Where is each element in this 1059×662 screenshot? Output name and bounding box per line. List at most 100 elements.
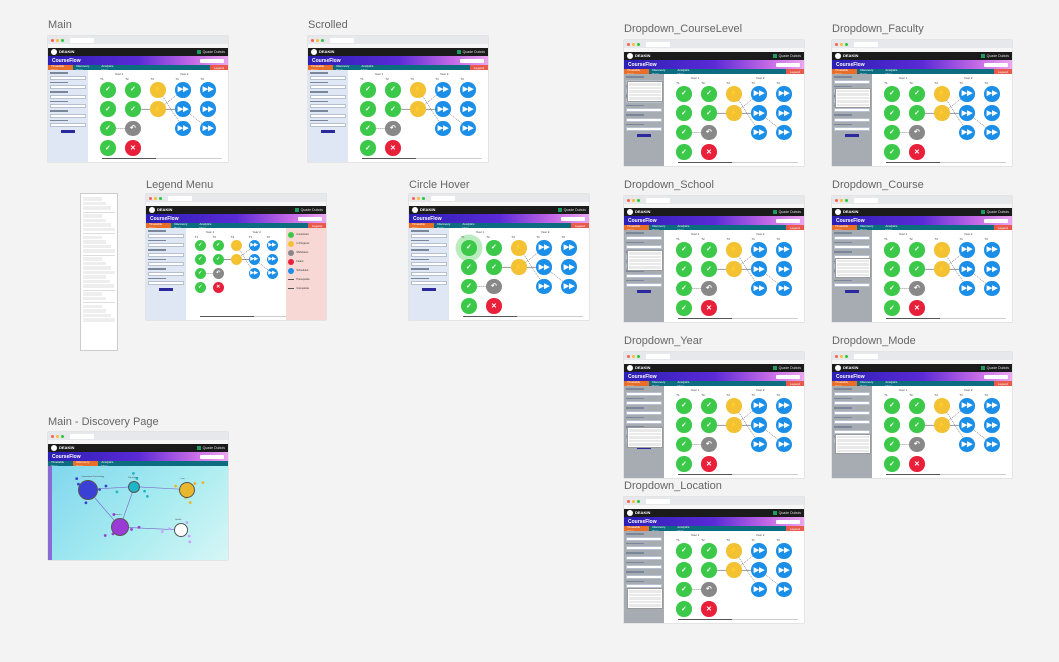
dropdown-option[interactable]: [837, 263, 869, 266]
unit-node-check-icon[interactable]: ✓: [884, 86, 900, 102]
filter-select[interactable]: [50, 104, 86, 108]
dropdown-option[interactable]: [837, 266, 869, 270]
unit-node-fast-forward-icon[interactable]: ▶▶: [751, 562, 767, 578]
unit-node-check-icon[interactable]: ✓: [884, 261, 900, 277]
filter-select[interactable]: [50, 123, 86, 127]
side-menu-item[interactable]: [83, 275, 107, 279]
horizontal-scrollbar[interactable]: [361, 157, 483, 159]
search-input[interactable]: [561, 216, 585, 221]
window-control-0[interactable]: [627, 354, 630, 358]
unit-node-fast-forward-icon[interactable]: ▶▶: [984, 86, 1000, 102]
filter-select[interactable]: [834, 127, 870, 131]
discovery-node-0[interactable]: [77, 479, 98, 500]
unit-node-hovered[interactable]: ✓: [461, 240, 477, 256]
scrollbar-thumb[interactable]: [677, 317, 732, 319]
side-menu-item[interactable]: [83, 284, 115, 288]
scrollbar-thumb[interactable]: [677, 161, 732, 163]
browser-tab[interactable]: [646, 197, 670, 203]
unit-node-fast-forward-icon[interactable]: ▶▶: [751, 242, 767, 258]
unit-node-check-icon[interactable]: ✓: [701, 543, 717, 559]
filter-select[interactable]: [626, 245, 662, 249]
side-menu-item[interactable]: [83, 270, 115, 274]
side-menu-item[interactable]: [83, 223, 111, 227]
unit-node-fast-forward-icon[interactable]: ▶▶: [776, 417, 792, 433]
dropdown-option[interactable]: [837, 449, 869, 453]
unit-node-fast-forward-icon[interactable]: ▶▶: [959, 242, 975, 258]
filter-select[interactable]: [626, 127, 662, 131]
dropdown-option[interactable]: [837, 259, 869, 263]
dropdown-option[interactable]: [837, 435, 869, 439]
unit-node-undo-icon[interactable]: ↶: [486, 278, 502, 295]
unit-node-bolt-icon[interactable]: ⚡: [230, 240, 242, 252]
dropdown-option[interactable]: [629, 443, 661, 446]
window-control-1[interactable]: [840, 354, 843, 358]
unit-node-bolt-icon[interactable]: ⚡: [726, 261, 742, 277]
discovery-map[interactable]: Information Technology Education Law Scienc…: [48, 466, 228, 560]
window-control-0[interactable]: [627, 42, 630, 46]
dropdown-option[interactable]: [837, 100, 869, 103]
unit-node-x-icon[interactable]: ✕: [212, 281, 224, 293]
filter-select[interactable]: [834, 108, 870, 112]
filter-select[interactable]: [834, 391, 870, 396]
discovery-node-2[interactable]: [178, 481, 195, 498]
window-control-0[interactable]: [627, 198, 630, 202]
unit-node-fast-forward-icon[interactable]: ▶▶: [175, 82, 191, 98]
horizontal-scrollbar[interactable]: [885, 317, 1007, 319]
unit-node-x-icon[interactable]: ✕: [125, 140, 141, 156]
unit-node-bolt-icon[interactable]: ⚡: [726, 398, 742, 414]
unit-node-check-icon[interactable]: ✓: [461, 259, 477, 275]
unit-node-check-icon[interactable]: ✓: [884, 417, 900, 433]
unit-node-check-icon[interactable]: ✓: [701, 242, 717, 258]
horizontal-scrollbar[interactable]: [885, 473, 1007, 475]
filter-select[interactable]: [148, 233, 184, 238]
filter-select[interactable]: [310, 113, 346, 118]
scrollbar-thumb[interactable]: [361, 157, 416, 159]
dropdown-option[interactable]: [837, 103, 869, 107]
unit-node-bolt-icon[interactable]: ⚡: [726, 562, 742, 578]
side-menu-item[interactable]: [83, 227, 115, 231]
apply-filters-button[interactable]: [320, 130, 335, 133]
unit-node-fast-forward-icon[interactable]: ▶▶: [200, 82, 216, 98]
apply-filters-button[interactable]: [158, 288, 173, 291]
horizontal-scrollbar[interactable]: [677, 161, 799, 163]
dropdown-option[interactable]: [837, 89, 869, 93]
unit-node-check-icon[interactable]: ✓: [676, 280, 692, 297]
user-menu[interactable]: Quade Dubois: [557, 208, 586, 212]
unit-node-x-icon[interactable]: ✕: [701, 601, 717, 617]
unit-node-fast-forward-icon[interactable]: ▶▶: [248, 267, 260, 280]
apply-filters-button[interactable]: [844, 134, 859, 137]
filter-select[interactable]: [411, 233, 447, 238]
unit-node-check-icon[interactable]: ✓: [194, 267, 206, 280]
user-menu[interactable]: Quade Dubois: [772, 511, 801, 515]
window-control-2[interactable]: [159, 196, 162, 200]
horizontal-scrollbar[interactable]: [677, 473, 799, 475]
unit-node-fast-forward-icon[interactable]: ▶▶: [175, 120, 191, 137]
window-control-2[interactable]: [637, 354, 640, 358]
unit-node-check-icon[interactable]: ✓: [701, 562, 717, 578]
apply-filters-button[interactable]: [636, 290, 651, 293]
filter-select[interactable]: [626, 108, 662, 112]
unit-node-check-icon[interactable]: ✓: [100, 140, 116, 156]
unit-node-undo-icon[interactable]: ↶: [909, 280, 925, 297]
discovery-node-3[interactable]: [111, 518, 129, 537]
unit-node-x-icon[interactable]: ✕: [909, 300, 925, 316]
unit-node-fast-forward-icon[interactable]: ▶▶: [776, 543, 792, 559]
side-menu-item[interactable]: [83, 309, 107, 313]
dropdown-option[interactable]: [629, 597, 661, 600]
unit-node-fast-forward-icon[interactable]: ▶▶: [959, 105, 975, 121]
unit-node-x-icon[interactable]: ✕: [486, 298, 502, 314]
browser-tab[interactable]: [646, 41, 670, 47]
filter-select[interactable]: [626, 283, 662, 287]
unit-node-check-icon[interactable]: ✓: [212, 240, 224, 252]
filter-dropdown-list[interactable]: [835, 87, 871, 109]
dropdown-option[interactable]: [629, 439, 661, 443]
window-control-2[interactable]: [845, 354, 848, 358]
filter-select[interactable]: [626, 536, 662, 541]
unit-node-check-icon[interactable]: ✓: [385, 101, 401, 117]
unit-node-check-icon[interactable]: ✓: [676, 261, 692, 277]
side-menu-item[interactable]: [83, 214, 103, 218]
unit-node-check-icon[interactable]: ✓: [194, 281, 206, 293]
user-menu[interactable]: Quade Dubois: [456, 50, 485, 54]
unit-node-undo-icon[interactable]: ↶: [909, 436, 925, 453]
unit-node-check-icon[interactable]: ✓: [884, 105, 900, 121]
